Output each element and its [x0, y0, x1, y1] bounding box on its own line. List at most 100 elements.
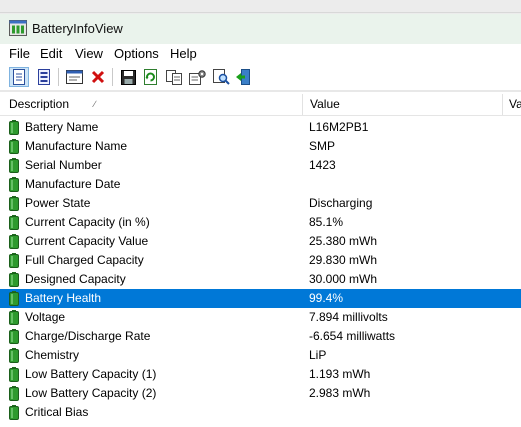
row-value: -6.654 milliwatts: [309, 329, 396, 343]
menu-file[interactable]: File: [9, 46, 30, 61]
row-description: Current Capacity Value: [25, 234, 149, 248]
row-description: Manufacture Date: [25, 177, 121, 191]
battery-icon: [9, 253, 19, 268]
properties-window-button[interactable]: [64, 67, 84, 87]
row-value: L16M2PB1: [309, 120, 369, 134]
row-description: Low Battery Capacity (2): [25, 386, 157, 400]
table-row[interactable]: Designed Capacity 30.000 mWh: [0, 270, 521, 289]
row-value: 25.380 mWh: [309, 234, 378, 248]
row-value: 1.193 mWh: [309, 367, 371, 381]
row-value: 29.830 mWh: [309, 253, 378, 267]
options-icon: [188, 69, 206, 85]
battery-icon: [9, 177, 19, 192]
battery-icon: [9, 348, 19, 363]
title-bar: BatteryInfoView: [0, 14, 521, 44]
column-header-extra[interactable]: Va: [509, 94, 521, 115]
row-value: SMP: [309, 139, 336, 153]
row-value: 99.4%: [309, 291, 344, 305]
row-description: Low Battery Capacity (1): [25, 367, 157, 381]
save-icon: [120, 69, 136, 85]
report-icon: [38, 69, 50, 85]
battery-icon: [9, 196, 19, 211]
battery-icon: [9, 386, 19, 401]
copy-button[interactable]: [164, 67, 184, 87]
battery-icon: [9, 291, 19, 306]
column-header-value[interactable]: Value: [310, 94, 340, 115]
table-row[interactable]: Manufacture Name SMP: [0, 137, 521, 156]
table-row[interactable]: Charge/Discharge Rate -6.654 milliwatts: [0, 327, 521, 346]
battery-icon: [9, 139, 19, 154]
battery-icon: [9, 310, 19, 325]
row-value: Discharging: [309, 196, 373, 210]
row-value: 1423: [309, 158, 336, 172]
row-description: Power State: [25, 196, 91, 210]
properties-window-icon: [65, 70, 83, 84]
row-value: 2.983 mWh: [309, 386, 371, 400]
row-value: 7.894 millivolts: [309, 310, 388, 324]
battery-icon: [9, 405, 19, 420]
table-row[interactable]: Voltage 7.894 millivolts: [0, 308, 521, 327]
table-row[interactable]: Battery Health 99.4%: [0, 289, 521, 308]
toolbar-divider: [0, 90, 521, 92]
find-button[interactable]: [211, 67, 231, 87]
row-description: Voltage: [25, 310, 66, 324]
table-row[interactable]: Current Capacity Value 25.380 mWh: [0, 232, 521, 251]
row-value: 85.1%: [309, 215, 344, 229]
table-row[interactable]: Low Battery Capacity (2) 2.983 mWh: [0, 384, 521, 403]
toolbar: [0, 64, 521, 90]
report-button[interactable]: [34, 67, 54, 87]
menu-options[interactable]: Options: [114, 46, 159, 61]
battery-icon: [9, 120, 19, 135]
table-row[interactable]: Current Capacity (in %) 85.1%: [0, 213, 521, 232]
battery-info-list: Battery Name L16M2PB1 Manufacture Name SMP S…: [0, 118, 521, 427]
delete-button[interactable]: [88, 67, 108, 87]
menu-view[interactable]: View: [75, 46, 103, 61]
row-description: Manufacture Name: [25, 139, 128, 153]
menu-bar: File Edit View Options Help: [0, 44, 521, 63]
list-header: Description ∕ Value Va: [0, 94, 521, 116]
menu-help[interactable]: Help: [170, 46, 197, 61]
row-value: 30.000 mWh: [309, 272, 378, 286]
row-description: Chemistry: [25, 348, 80, 362]
html-report-button[interactable]: [9, 67, 29, 87]
table-row[interactable]: Critical Bias: [0, 403, 521, 422]
row-description: Battery Health: [25, 291, 102, 305]
battery-icon: [9, 272, 19, 287]
save-button[interactable]: [118, 67, 138, 87]
column-header-description[interactable]: Description ∕: [9, 94, 96, 115]
copy-icon: [166, 69, 182, 85]
sort-ascending-icon: ∕: [94, 99, 96, 109]
menu-edit[interactable]: Edit: [40, 46, 62, 61]
find-icon: [212, 69, 230, 85]
battery-icon: [9, 234, 19, 249]
battery-icon: [9, 329, 19, 344]
table-row[interactable]: Battery Name L16M2PB1: [0, 118, 521, 137]
row-description: Designed Capacity: [25, 272, 126, 286]
table-row[interactable]: Chemistry LiP: [0, 346, 521, 365]
battery-icon: [9, 158, 19, 173]
delete-icon: [91, 70, 105, 84]
row-description: Critical Bias: [25, 405, 89, 419]
exit-icon: [236, 69, 250, 85]
window-title: BatteryInfoView: [32, 21, 123, 36]
table-row[interactable]: Serial Number 1423: [0, 156, 521, 175]
table-row[interactable]: Full Charged Capacity 29.830 mWh: [0, 251, 521, 270]
row-description: Battery Name: [25, 120, 99, 134]
background-window-strip: [0, 0, 521, 14]
table-row[interactable]: Manufacture Date: [0, 175, 521, 194]
row-description: Charge/Discharge Rate: [25, 329, 151, 343]
app-icon: [9, 20, 27, 36]
battery-icon: [9, 215, 19, 230]
options-button[interactable]: [187, 67, 207, 87]
row-description: Serial Number: [25, 158, 102, 172]
table-row[interactable]: Low Battery Capacity (1) 1.193 mWh: [0, 365, 521, 384]
row-description: Full Charged Capacity: [25, 253, 144, 267]
row-description: Current Capacity (in %): [25, 215, 150, 229]
refresh-button[interactable]: [140, 67, 160, 87]
row-value: LiP: [309, 348, 327, 362]
exit-button[interactable]: [233, 67, 253, 87]
refresh-icon: [143, 69, 157, 85]
html-report-icon: [13, 69, 25, 85]
battery-icon: [9, 367, 19, 382]
table-row[interactable]: Power State Discharging: [0, 194, 521, 213]
